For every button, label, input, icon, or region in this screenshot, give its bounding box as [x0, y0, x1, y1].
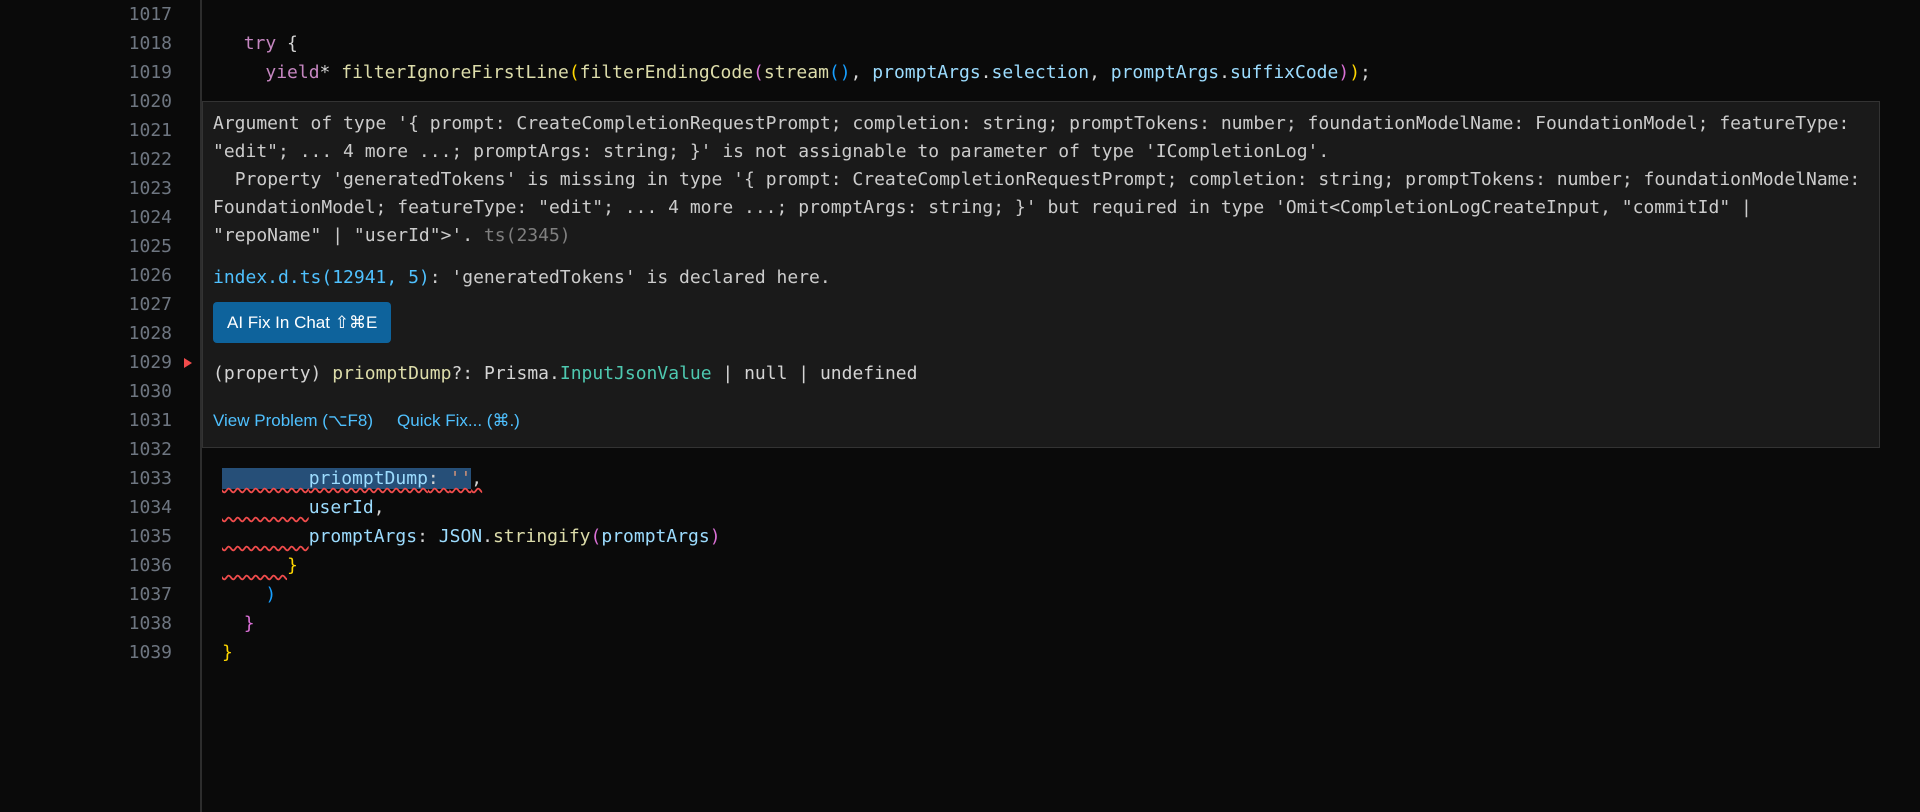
line-number: 1019	[0, 58, 172, 87]
error-hover-popup: Argument of type '{ prompt: CreateComple…	[202, 101, 1880, 448]
line-number: 1027	[0, 290, 172, 319]
line-number: 1034	[0, 493, 172, 522]
property: priomptDump	[309, 468, 428, 489]
line-number: 1036	[0, 551, 172, 580]
code-line[interactable]: }	[222, 609, 1920, 638]
line-number: 1031	[0, 406, 172, 435]
declaration-info: index.d.ts(12941, 5): 'generatedTokens' …	[213, 264, 1869, 292]
line-number: 1037	[0, 580, 172, 609]
keyword-try: try	[244, 33, 277, 54]
line-number: 1029	[0, 348, 172, 377]
code-line[interactable]: priomptDump: '',	[222, 464, 1920, 493]
line-number: 1030	[0, 377, 172, 406]
line-number: 1025	[0, 232, 172, 261]
line-number: 1035	[0, 522, 172, 551]
line-number: 1026	[0, 261, 172, 290]
function-call: stream	[764, 62, 829, 83]
property: promptArgs	[309, 526, 417, 547]
line-number: 1039	[0, 638, 172, 667]
line-number: 1033	[0, 464, 172, 493]
error-message: Argument of type '{ prompt: CreateComple…	[213, 110, 1869, 250]
code-editor: 1017101810191020102110221023102410251026…	[0, 0, 1920, 812]
code-line[interactable]: yield* filterIgnoreFirstLine(filterEndin…	[222, 58, 1920, 87]
line-number: 1022	[0, 145, 172, 174]
line-number: 1028	[0, 319, 172, 348]
hover-signature: (property) priomptDump?: Prisma.InputJso…	[213, 359, 1869, 388]
code-content-area[interactable]: try { yield* filterIgnoreFirstLine(filte…	[200, 0, 1920, 812]
code-line[interactable]: }	[222, 638, 1920, 667]
code-line[interactable]: )	[222, 580, 1920, 609]
keyword-yield: yield	[265, 62, 319, 83]
breakpoint-indicator-icon[interactable]	[184, 358, 192, 368]
line-number: 1023	[0, 174, 172, 203]
code-line[interactable]: promptArgs: JSON.stringify(promptArgs)	[222, 522, 1920, 551]
line-number: 1038	[0, 609, 172, 638]
ts-error-code: ts(2345)	[484, 225, 571, 246]
view-problem-link[interactable]: View Problem (⌥F8)	[213, 406, 373, 435]
hover-actions: View Problem (⌥F8) Quick Fix... (⌘.)	[213, 406, 1869, 439]
quick-fix-link[interactable]: Quick Fix... (⌘.)	[397, 406, 520, 435]
function-call: filterIgnoreFirstLine	[341, 62, 569, 83]
line-number: 1020	[0, 87, 172, 116]
code-line[interactable]	[222, 0, 1920, 29]
line-number: 1021	[0, 116, 172, 145]
code-line[interactable]: }	[222, 551, 1920, 580]
source-link[interactable]: index.d.ts(12941, 5)	[213, 267, 430, 288]
line-number: 1024	[0, 203, 172, 232]
function-call: filterEndingCode	[580, 62, 753, 83]
code-line[interactable]: try {	[222, 29, 1920, 58]
line-number: 1018	[0, 29, 172, 58]
line-number-gutter: 1017101810191020102110221023102410251026…	[0, 0, 200, 812]
line-number: 1032	[0, 435, 172, 464]
line-number: 1017	[0, 0, 172, 29]
ai-fix-button[interactable]: AI Fix In Chat ⇧⌘E	[213, 302, 391, 343]
identifier: userId	[309, 497, 374, 518]
code-line[interactable]: userId,	[222, 493, 1920, 522]
